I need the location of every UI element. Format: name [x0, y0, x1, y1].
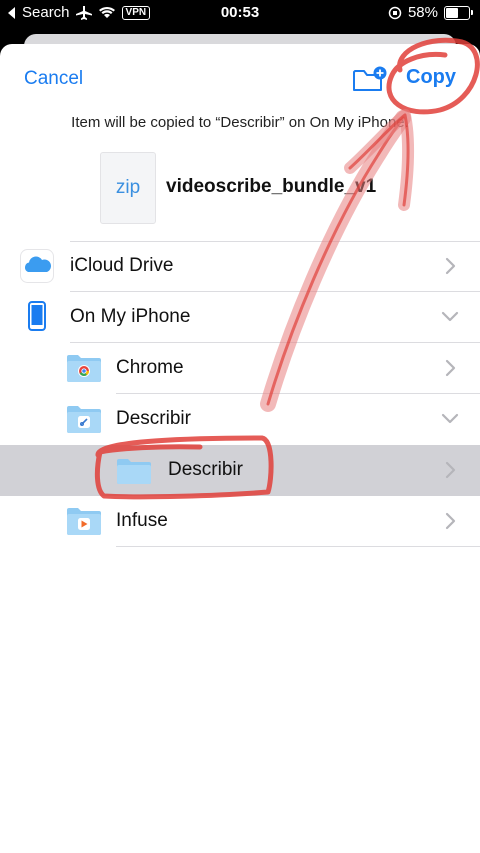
status-bar: Search VPN 00:53 58%: [0, 0, 480, 26]
folder-describir-selected[interactable]: Describir: [0, 445, 480, 496]
folder-chrome[interactable]: Chrome: [0, 343, 480, 394]
chevron-right-icon: [445, 257, 456, 275]
folder-infuse[interactable]: Infuse: [0, 496, 480, 547]
location-label: Describir: [168, 459, 243, 480]
location-label: On My iPhone: [70, 306, 191, 327]
folder-icon: [117, 459, 151, 484]
infuse-folder-icon: [67, 508, 101, 535]
chevron-down-icon: [441, 311, 459, 322]
file-type-label: zip: [115, 177, 141, 198]
copy-sheet: Cancel Copy Item will be copied to “Desc…: [0, 44, 480, 853]
cancel-button[interactable]: Cancel: [24, 68, 83, 90]
chevron-right-icon: [445, 359, 456, 377]
location-label: iCloud Drive: [70, 255, 174, 276]
battery-icon: [444, 5, 473, 20]
copy-button[interactable]: Copy: [406, 66, 456, 89]
location-label: Chrome: [116, 357, 184, 378]
destination-description: Item will be copied to “Describir” on On…: [71, 114, 409, 131]
folder-describir-app[interactable]: Describir: [0, 394, 480, 445]
divider: [116, 546, 480, 547]
chevron-right-icon: [445, 461, 456, 479]
battery-percent: 58%: [407, 4, 438, 21]
chrome-folder-icon: [67, 355, 101, 382]
location-icloud-drive[interactable]: iCloud Drive: [0, 241, 480, 292]
location-label: Infuse: [116, 510, 168, 531]
chevron-down-icon: [441, 413, 459, 424]
chevron-right-icon: [445, 512, 456, 530]
new-folder-icon[interactable]: [353, 66, 387, 92]
orientation-lock-icon: [388, 6, 402, 19]
describir-folder-icon: [67, 406, 101, 433]
location-label: Describir: [116, 408, 191, 429]
icloud-icon: [20, 249, 54, 283]
file-thumbnail: zip: [100, 152, 156, 224]
location-list: iCloud Drive On My iPhone Chrome Describ…: [0, 241, 480, 547]
file-name: videoscribe_bundle_v1: [166, 176, 377, 197]
location-on-my-iphone[interactable]: On My iPhone: [0, 292, 480, 343]
iphone-icon: [28, 301, 46, 331]
